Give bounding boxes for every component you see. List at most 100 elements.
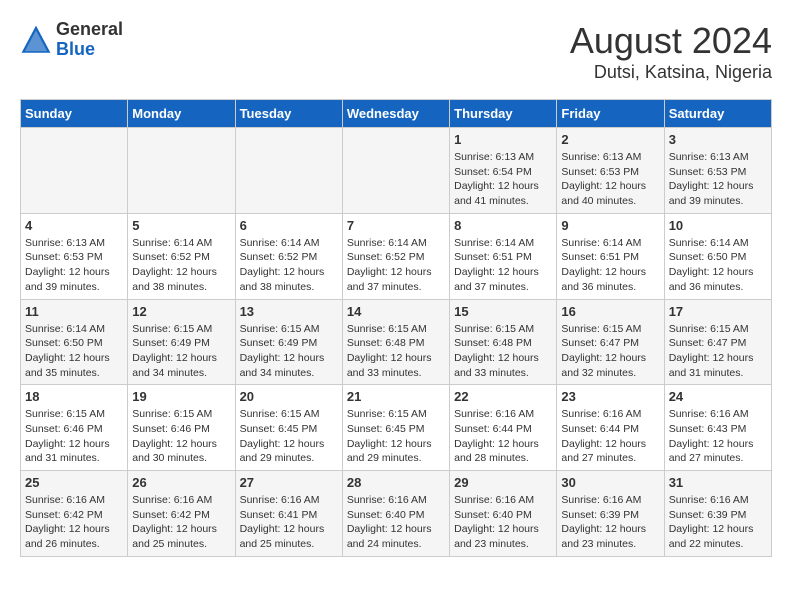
day-info: Sunrise: 6:15 AM Sunset: 6:46 PM Dayligh… xyxy=(25,407,123,466)
month-year: August 2024 xyxy=(570,20,772,62)
calendar-cell xyxy=(128,128,235,214)
calendar-header-row: SundayMondayTuesdayWednesdayThursdayFrid… xyxy=(21,100,772,128)
day-number: 2 xyxy=(561,132,659,147)
logo-blue-text: Blue xyxy=(56,40,123,60)
column-header-thursday: Thursday xyxy=(450,100,557,128)
calendar-cell xyxy=(235,128,342,214)
day-info: Sunrise: 6:15 AM Sunset: 6:47 PM Dayligh… xyxy=(669,322,767,381)
week-row-3: 18Sunrise: 6:15 AM Sunset: 6:46 PM Dayli… xyxy=(21,385,772,471)
day-number: 30 xyxy=(561,475,659,490)
day-number: 16 xyxy=(561,304,659,319)
calendar-cell: 29 Sunrise: 6:16 AM Sunset: 6:40 PM Dayli… xyxy=(450,471,557,557)
calendar-cell: 25Sunrise: 6:16 AM Sunset: 6:42 PM Dayli… xyxy=(21,471,128,557)
calendar-cell: 17 Sunrise: 6:15 AM Sunset: 6:47 PM Dayli… xyxy=(664,299,771,385)
day-number: 5 xyxy=(132,218,230,233)
day-number: 22 xyxy=(454,389,552,404)
day-info: Sunrise: 6:14 AM Sunset: 6:52 PM Dayligh… xyxy=(347,236,445,295)
calendar-cell: 22 Sunrise: 6:16 AM Sunset: 6:44 PM Dayli… xyxy=(450,385,557,471)
logo: General Blue xyxy=(20,20,123,60)
calendar-cell: 8Sunrise: 6:14 AM Sunset: 6:51 PM Daylig… xyxy=(450,213,557,299)
calendar-cell: 4 Sunrise: 6:13 AM Sunset: 6:53 PM Daylig… xyxy=(21,213,128,299)
column-header-monday: Monday xyxy=(128,100,235,128)
day-number: 17 xyxy=(669,304,767,319)
calendar-cell: 15 Sunrise: 6:15 AM Sunset: 6:48 PM Dayli… xyxy=(450,299,557,385)
calendar-cell xyxy=(21,128,128,214)
calendar-cell: 18Sunrise: 6:15 AM Sunset: 6:46 PM Dayli… xyxy=(21,385,128,471)
day-info: Sunrise: 6:16 AM Sunset: 6:44 PM Dayligh… xyxy=(454,407,552,466)
day-number: 21 xyxy=(347,389,445,404)
day-number: 26 xyxy=(132,475,230,490)
day-info: Sunrise: 6:13 AM Sunset: 6:53 PM Dayligh… xyxy=(25,236,123,295)
calendar-cell: 11 Sunrise: 6:14 AM Sunset: 6:50 PM Dayli… xyxy=(21,299,128,385)
day-info: Sunrise: 6:16 AM Sunset: 6:42 PM Dayligh… xyxy=(132,493,230,552)
calendar-cell: 27 Sunrise: 6:16 AM Sunset: 6:41 PM Dayli… xyxy=(235,471,342,557)
day-number: 7 xyxy=(347,218,445,233)
day-info: Sunrise: 6:15 AM Sunset: 6:47 PM Dayligh… xyxy=(561,322,659,381)
day-info: Sunrise: 6:16 AM Sunset: 6:41 PM Dayligh… xyxy=(240,493,338,552)
day-number: 13 xyxy=(240,304,338,319)
calendar-cell: 20 Sunrise: 6:15 AM Sunset: 6:45 PM Dayli… xyxy=(235,385,342,471)
calendar-cell: 3Sunrise: 6:13 AM Sunset: 6:53 PM Daylig… xyxy=(664,128,771,214)
logo-icon xyxy=(20,24,52,56)
day-info: Sunrise: 6:16 AM Sunset: 6:40 PM Dayligh… xyxy=(454,493,552,552)
page-header: General Blue August 2024 Dutsi, Katsina,… xyxy=(20,20,772,83)
calendar-cell: 13 Sunrise: 6:15 AM Sunset: 6:49 PM Dayli… xyxy=(235,299,342,385)
day-number: 23 xyxy=(561,389,659,404)
day-info: Sunrise: 6:16 AM Sunset: 6:39 PM Dayligh… xyxy=(561,493,659,552)
day-number: 12 xyxy=(132,304,230,319)
day-info: Sunrise: 6:16 AM Sunset: 6:40 PM Dayligh… xyxy=(347,493,445,552)
calendar-cell: 28 Sunrise: 6:16 AM Sunset: 6:40 PM Dayli… xyxy=(342,471,449,557)
day-info: Sunrise: 6:16 AM Sunset: 6:39 PM Dayligh… xyxy=(669,493,767,552)
day-info: Sunrise: 6:15 AM Sunset: 6:49 PM Dayligh… xyxy=(240,322,338,381)
calendar-cell: 19 Sunrise: 6:15 AM Sunset: 6:46 PM Dayli… xyxy=(128,385,235,471)
calendar-cell: 24 Sunrise: 6:16 AM Sunset: 6:43 PM Dayli… xyxy=(664,385,771,471)
day-info: Sunrise: 6:16 AM Sunset: 6:44 PM Dayligh… xyxy=(561,407,659,466)
day-info: Sunrise: 6:15 AM Sunset: 6:48 PM Dayligh… xyxy=(454,322,552,381)
day-number: 14 xyxy=(347,304,445,319)
day-info: Sunrise: 6:16 AM Sunset: 6:43 PM Dayligh… xyxy=(669,407,767,466)
day-info: Sunrise: 6:14 AM Sunset: 6:50 PM Dayligh… xyxy=(25,322,123,381)
day-number: 11 xyxy=(25,304,123,319)
column-header-sunday: Sunday xyxy=(21,100,128,128)
day-number: 24 xyxy=(669,389,767,404)
week-row-0: 1Sunrise: 6:13 AM Sunset: 6:54 PM Daylig… xyxy=(21,128,772,214)
day-info: Sunrise: 6:15 AM Sunset: 6:49 PM Dayligh… xyxy=(132,322,230,381)
calendar-cell: 31Sunrise: 6:16 AM Sunset: 6:39 PM Dayli… xyxy=(664,471,771,557)
day-number: 9 xyxy=(561,218,659,233)
calendar-cell: 7 Sunrise: 6:14 AM Sunset: 6:52 PM Daylig… xyxy=(342,213,449,299)
day-number: 8 xyxy=(454,218,552,233)
calendar-table: SundayMondayTuesdayWednesdayThursdayFrid… xyxy=(20,99,772,557)
week-row-2: 11 Sunrise: 6:14 AM Sunset: 6:50 PM Dayli… xyxy=(21,299,772,385)
week-row-4: 25Sunrise: 6:16 AM Sunset: 6:42 PM Dayli… xyxy=(21,471,772,557)
calendar-cell: 9 Sunrise: 6:14 AM Sunset: 6:51 PM Daylig… xyxy=(557,213,664,299)
day-number: 20 xyxy=(240,389,338,404)
column-header-friday: Friday xyxy=(557,100,664,128)
calendar-cell: 26 Sunrise: 6:16 AM Sunset: 6:42 PM Dayli… xyxy=(128,471,235,557)
day-info: Sunrise: 6:14 AM Sunset: 6:50 PM Dayligh… xyxy=(669,236,767,295)
day-number: 29 xyxy=(454,475,552,490)
day-number: 19 xyxy=(132,389,230,404)
day-number: 28 xyxy=(347,475,445,490)
column-header-saturday: Saturday xyxy=(664,100,771,128)
day-info: Sunrise: 6:14 AM Sunset: 6:52 PM Dayligh… xyxy=(132,236,230,295)
day-number: 10 xyxy=(669,218,767,233)
day-number: 15 xyxy=(454,304,552,319)
day-number: 6 xyxy=(240,218,338,233)
day-number: 1 xyxy=(454,132,552,147)
calendar-cell: 14Sunrise: 6:15 AM Sunset: 6:48 PM Dayli… xyxy=(342,299,449,385)
day-number: 4 xyxy=(25,218,123,233)
day-number: 3 xyxy=(669,132,767,147)
logo-general-text: General xyxy=(56,20,123,40)
calendar-cell: 5 Sunrise: 6:14 AM Sunset: 6:52 PM Daylig… xyxy=(128,213,235,299)
day-info: Sunrise: 6:15 AM Sunset: 6:45 PM Dayligh… xyxy=(240,407,338,466)
calendar-cell: 2Sunrise: 6:13 AM Sunset: 6:53 PM Daylig… xyxy=(557,128,664,214)
calendar-cell: 12 Sunrise: 6:15 AM Sunset: 6:49 PM Dayli… xyxy=(128,299,235,385)
day-number: 27 xyxy=(240,475,338,490)
day-info: Sunrise: 6:14 AM Sunset: 6:51 PM Dayligh… xyxy=(561,236,659,295)
calendar-cell: 21 Sunrise: 6:15 AM Sunset: 6:45 PM Dayli… xyxy=(342,385,449,471)
day-info: Sunrise: 6:15 AM Sunset: 6:46 PM Dayligh… xyxy=(132,407,230,466)
calendar-cell: 16 Sunrise: 6:15 AM Sunset: 6:47 PM Dayli… xyxy=(557,299,664,385)
day-info: Sunrise: 6:15 AM Sunset: 6:45 PM Dayligh… xyxy=(347,407,445,466)
calendar-cell: 6Sunrise: 6:14 AM Sunset: 6:52 PM Daylig… xyxy=(235,213,342,299)
column-header-tuesday: Tuesday xyxy=(235,100,342,128)
